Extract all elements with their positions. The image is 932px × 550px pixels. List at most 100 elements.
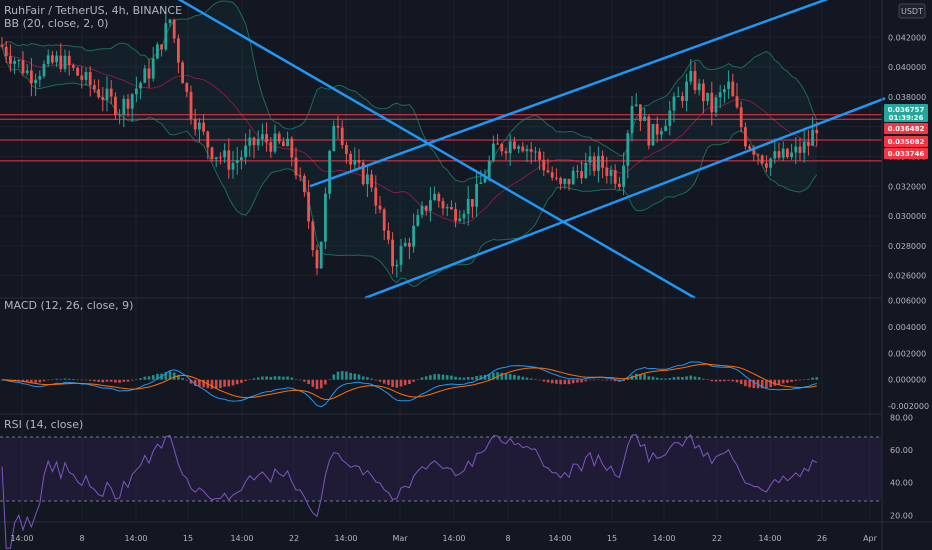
macd-bar-down [550,379,554,384]
candle-down [9,56,12,64]
macd-bar-up [72,379,75,380]
macd-bar-down [395,379,399,388]
candle-up [534,151,537,153]
macd-bar-up [147,376,151,380]
macd-bar-up [151,375,155,380]
macd-bar-down [210,379,214,389]
macd-bar-down [101,379,105,383]
candle-down [387,230,390,240]
candle-up [685,81,688,101]
candle-up [563,178,567,184]
candle-up [626,133,630,166]
candle-down [592,156,596,171]
candle-down [391,239,394,267]
rsi-tick-label: 60.00 [890,446,913,455]
macd-bar-down [748,379,751,388]
candle-up [403,242,407,246]
candle-up [151,58,155,79]
macd-legend[interactable]: MACD (12, 26, close, 9) [4,299,133,312]
candle-down [798,146,802,153]
candle-up [399,245,403,265]
candle-down [739,107,743,128]
time-tick-label: 14:00 [442,534,465,543]
macd-bar-down [790,379,793,382]
candle-down [51,55,54,63]
time-tick-label: 15 [607,534,617,543]
candle-up [773,151,777,159]
candle-up [588,156,592,163]
macd-bar-up [672,377,676,380]
macd-bar-down [93,379,96,382]
candle-up [17,60,21,62]
candle-up [240,157,243,161]
candle-down [370,174,373,188]
rsi-legend[interactable]: RSI (14, close) [4,418,83,431]
candle-down [202,122,205,132]
price-tag-value: 0.036482 [888,125,925,133]
price-tick-label: 0.032000 [888,182,926,191]
macd-bar-up [361,376,365,380]
macd-bar-down [718,379,722,382]
candle-down [807,141,810,146]
candle-up [714,97,718,113]
macd-bar-down [231,379,235,386]
macd-bar-up [697,377,701,380]
trading-chart[interactable]: 0.0260000.0280000.0300000.0320000.034000… [0,0,932,550]
macd-bar-up [504,373,508,380]
candle-up [723,89,726,93]
macd-bar-up [290,377,294,380]
candle-down [265,134,268,143]
candle-down [345,145,348,154]
macd-bar-down [240,379,243,383]
macd-bar-down [710,379,714,382]
candle-up [651,124,655,146]
candle-up [34,79,37,84]
candle-up [660,131,663,135]
macd-bar-down [588,379,592,381]
candle-down [21,60,25,74]
macd-bar-up [454,376,457,380]
candle-down [605,167,609,176]
candle-down [206,131,210,148]
candle-down [580,171,583,179]
macd-bar-down [592,379,596,381]
macd-bar-up [450,375,453,380]
macd-bar-up [181,377,184,380]
candle-up [46,55,50,64]
macd-bar-down [609,379,613,381]
candle-down [731,81,735,97]
currency-badge[interactable]: USDT [898,3,926,19]
candle-down [538,151,541,160]
candle-down [336,125,340,128]
macd-bar-down [298,379,302,381]
candle-up [475,183,478,207]
candle-up [122,98,126,115]
macd-bar-down [34,379,37,383]
macd-bar-up [328,379,331,380]
candle-down [786,148,789,158]
bb-legend[interactable]: BB (20, close, 2, 0) [4,17,108,30]
candle-down [307,192,310,222]
macd-bar-down [185,379,189,381]
symbol-legend[interactable]: RuhFair / TetherUS, 4h, BINANCE [4,4,182,17]
candle-up [164,23,168,50]
candle-down [172,19,176,39]
candle-up [286,138,289,147]
candle-up [214,157,218,160]
candle-up [332,125,336,152]
macd-bar-up [370,378,373,380]
macd-bar-down [130,379,134,381]
macd-bar-down [105,379,109,382]
price-tags: 0.03675701:39:26 0.036482 0.035082 0.033746 [884,104,928,159]
macd-bar-down [319,379,323,389]
candle-up [433,193,436,201]
candle-down [97,89,100,98]
candle-up [727,81,730,90]
candle-down [647,116,651,146]
macd-bar-down [412,379,415,382]
macd-bar-down [80,379,84,381]
candle-up [508,141,512,154]
candle-down [450,206,453,210]
macd-bar-up [273,376,277,380]
candle-down [193,118,197,130]
